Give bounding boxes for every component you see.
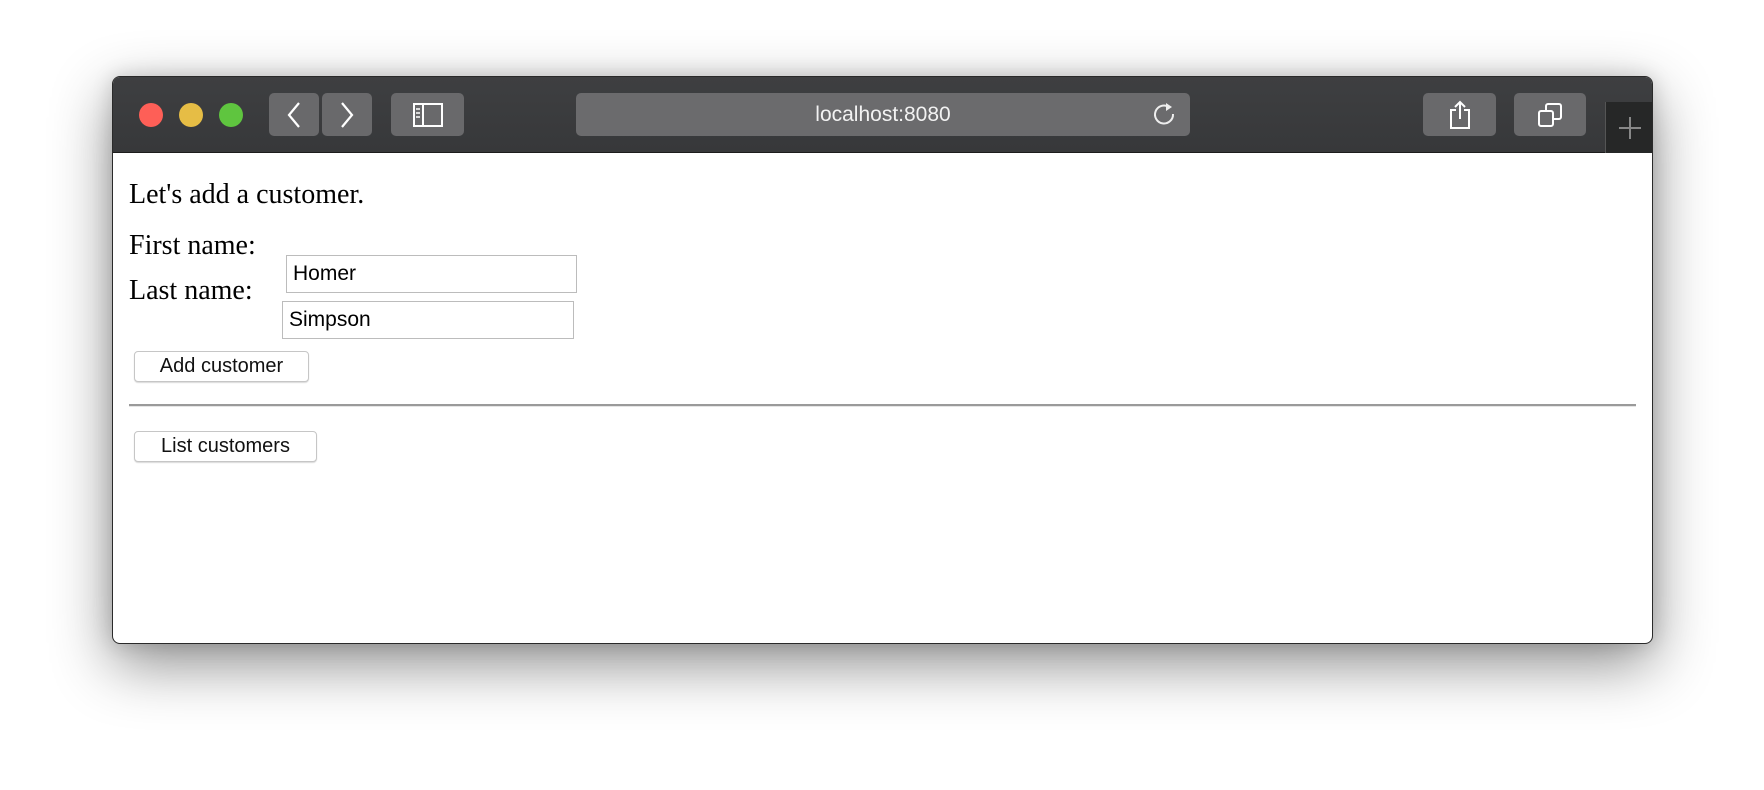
share-icon xyxy=(1449,100,1470,129)
browser-toolbar: localhost:8080 xyxy=(113,77,1652,153)
divider xyxy=(129,404,1636,407)
add-customer-button[interactable]: Add customer xyxy=(134,351,309,382)
chevron-right-icon xyxy=(341,101,354,128)
show-tabs-button[interactable] xyxy=(1514,93,1586,136)
share-button[interactable] xyxy=(1423,93,1496,136)
list-customers-button[interactable]: List customers xyxy=(134,431,317,462)
plus-icon xyxy=(1618,116,1641,139)
new-tab-button[interactable] xyxy=(1605,102,1652,153)
forward-button[interactable] xyxy=(322,93,372,136)
first-name-input[interactable] xyxy=(286,255,577,293)
zoom-window-button[interactable] xyxy=(219,103,243,127)
tabs-icon xyxy=(1538,102,1562,127)
address-bar[interactable]: localhost:8080 xyxy=(576,93,1190,136)
page-content: Let's add a customer. First name: Last n… xyxy=(113,153,1652,643)
back-button[interactable] xyxy=(269,93,319,136)
browser-window: localhost:8080 Let's add a customer. Fir… xyxy=(112,76,1653,644)
close-window-button[interactable] xyxy=(139,103,163,127)
last-name-label: Last name: xyxy=(129,275,253,306)
first-name-label: First name: xyxy=(129,230,256,261)
chevron-left-icon xyxy=(287,101,300,128)
last-name-input[interactable] xyxy=(282,301,574,339)
minimize-window-button[interactable] xyxy=(179,103,203,127)
sidebar-icon xyxy=(412,102,443,127)
page-heading: Let's add a customer. xyxy=(129,179,365,210)
url-text: localhost:8080 xyxy=(815,102,951,126)
reload-icon[interactable] xyxy=(1152,102,1178,128)
sidebar-button[interactable] xyxy=(391,93,464,136)
